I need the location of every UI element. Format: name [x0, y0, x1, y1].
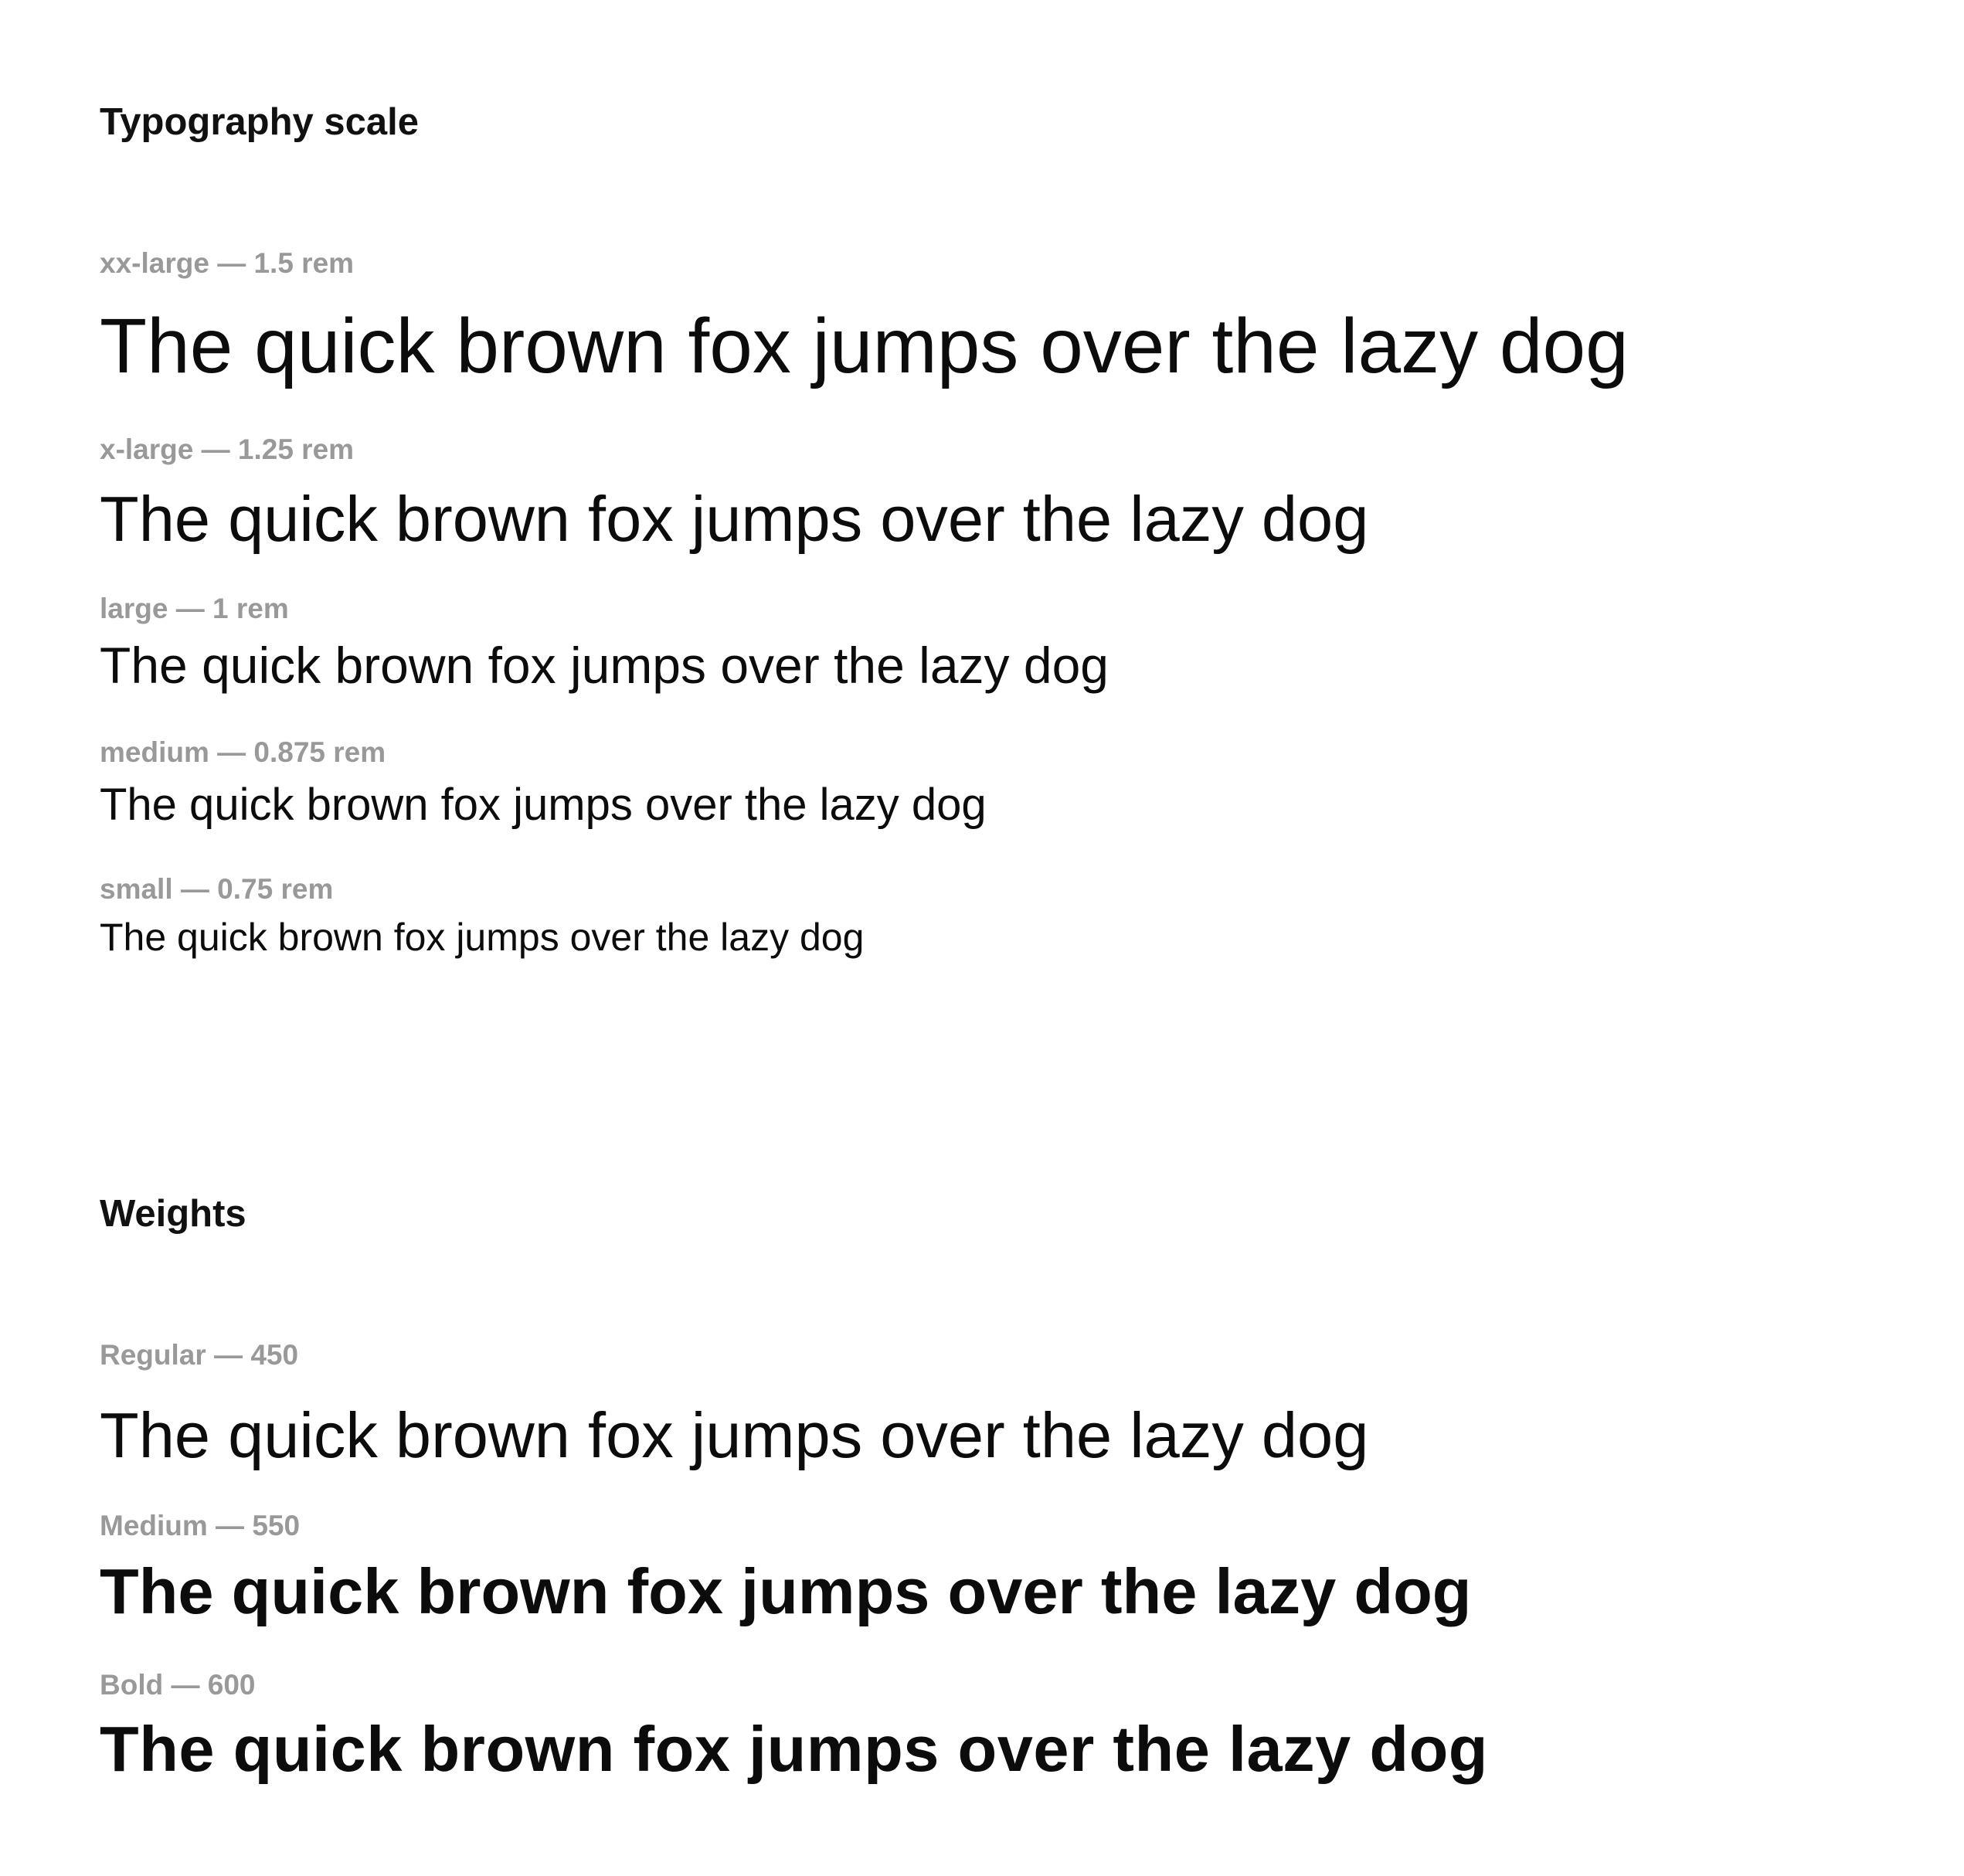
section-title-typography-scale: Typography scale [100, 101, 420, 143]
size-label-small: small — 0.75 rem [100, 873, 334, 905]
section-title-weights: Weights [100, 1193, 246, 1235]
weight-label-bold: Bold — 600 [100, 1669, 256, 1701]
sample-text-large: The quick brown fox jumps over the lazy … [100, 637, 1109, 694]
sample-text-bold: The quick brown fox jumps over the lazy … [100, 1713, 1489, 1785]
weight-label-medium: Medium — 550 [100, 1510, 301, 1541]
weight-label-regular: Regular — 450 [100, 1339, 299, 1371]
size-label-large: large — 1 rem [100, 593, 289, 624]
size-label-xx-large: xx-large — 1.5 rem [100, 247, 355, 279]
size-label-medium: medium — 0.875 rem [100, 736, 386, 768]
sample-text-xx-large: The quick brown fox jumps over the lazy … [100, 303, 1629, 389]
sample-text-x-large: The quick brown fox jumps over the lazy … [100, 483, 1369, 555]
size-label-x-large: x-large — 1.25 rem [100, 433, 355, 465]
sample-text-small: The quick brown fox jumps over the lazy … [100, 916, 865, 959]
sample-text-medium-weight: The quick brown fox jumps over the lazy … [100, 1555, 1472, 1627]
sample-text-medium: The quick brown fox jumps over the lazy … [100, 780, 987, 830]
sample-text-regular: The quick brown fox jumps over the lazy … [100, 1399, 1369, 1471]
